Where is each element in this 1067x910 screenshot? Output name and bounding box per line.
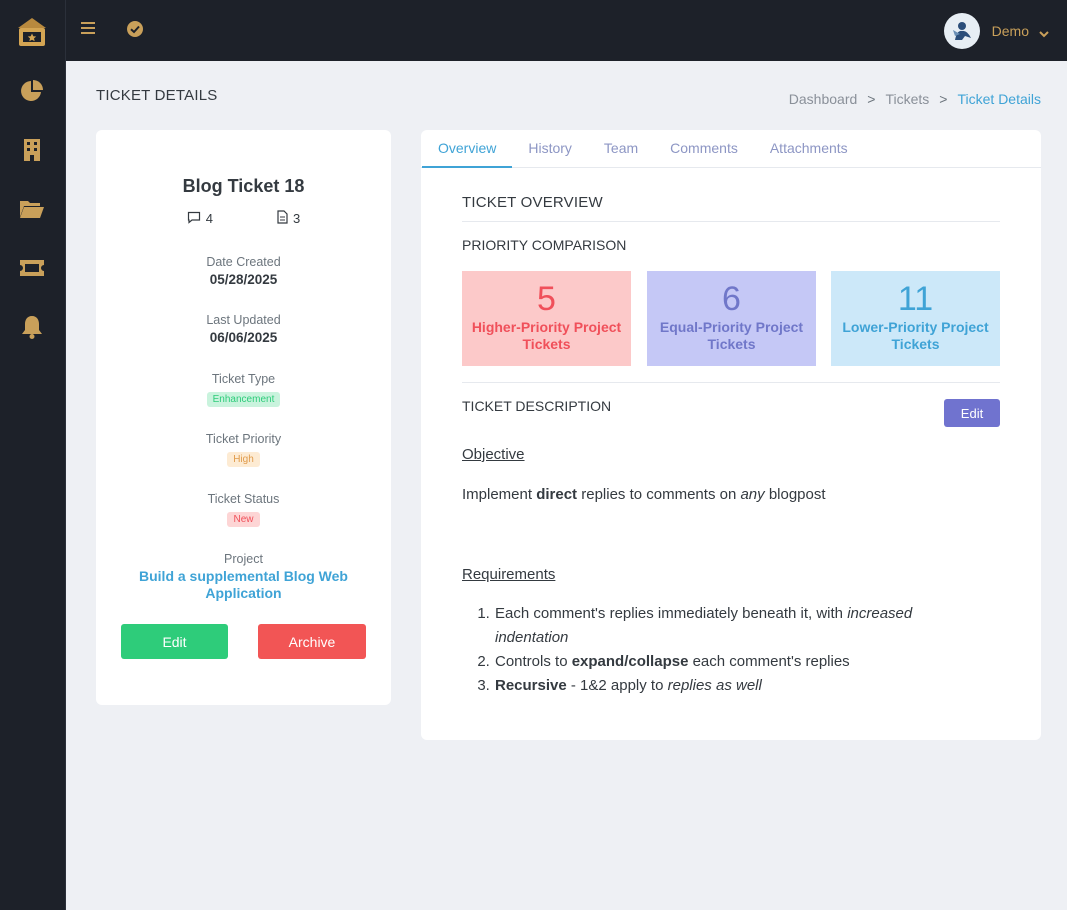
project-link[interactable]: Build a supplemental Blog Web Applicatio…	[126, 568, 361, 602]
user-menu[interactable]: Demo	[943, 12, 1049, 49]
req-text: Each comment's replies immediately benea…	[495, 605, 848, 622]
date-created-value: 05/28/2025	[209, 272, 278, 287]
requirements-list: Each comment's replies immediately benea…	[494, 602, 974, 698]
ticket-priority-badge: High	[227, 452, 260, 467]
objective-heading: Objective	[462, 446, 1001, 463]
comment-count-value: 4	[205, 211, 213, 226]
comment-icon	[187, 211, 201, 227]
objective-text-part: replies to comments on	[577, 486, 741, 503]
objective-text-bold: direct	[536, 486, 578, 503]
tab-overview[interactable]: Overview	[422, 130, 513, 168]
req-text: Controls to	[495, 653, 572, 670]
breadcrumb-current: Ticket Details	[957, 91, 1041, 107]
ticket-status-label: Ticket Status	[207, 492, 280, 506]
list-item: Controls to expand/collapse each comment…	[494, 650, 974, 674]
comment-count: 4	[187, 210, 213, 227]
date-created-label: Date Created	[206, 255, 281, 269]
higher-priority-label: Higher-Priority Project Tickets	[471, 319, 622, 352]
tab-comments[interactable]: Comments	[654, 130, 754, 168]
avatar	[943, 12, 980, 49]
lower-priority-label: Lower-Priority Project Tickets	[842, 319, 989, 352]
breadcrumb-tickets[interactable]: Tickets	[885, 91, 929, 107]
tab-history[interactable]: History	[512, 130, 588, 168]
folder-open-icon[interactable]	[19, 196, 45, 222]
req-text-bold: Recursive	[495, 677, 567, 694]
requirements-heading: Requirements	[462, 566, 1001, 583]
divider	[462, 221, 1000, 222]
sidebar	[0, 0, 66, 910]
chevron-down-icon	[1039, 26, 1049, 37]
higher-priority-tile: 5 Higher-Priority Project Tickets	[462, 271, 631, 366]
edit-ticket-button[interactable]: Edit	[121, 624, 228, 659]
ticket-type-badge: Enhancement	[206, 392, 281, 407]
ticket-logo-icon[interactable]	[14, 14, 50, 50]
ticket-status-badge: New	[227, 512, 260, 527]
breadcrumb-separator: >	[939, 91, 948, 107]
user-name: Demo	[991, 22, 1029, 39]
topbar: Demo	[66, 0, 1067, 61]
breadcrumb: Dashboard > Tickets > Ticket Details	[789, 91, 1041, 107]
project-label: Project	[224, 552, 263, 566]
building-icon[interactable]	[19, 137, 45, 163]
tab-team[interactable]: Team	[588, 130, 654, 168]
breadcrumb-dashboard[interactable]: Dashboard	[789, 91, 858, 107]
requirements-heading-text: Requirements	[462, 566, 556, 583]
ticket-type-label: Ticket Type	[211, 372, 276, 386]
pie-chart-icon[interactable]	[19, 78, 45, 104]
lower-priority-tile: 11 Lower-Priority Project Tickets	[831, 271, 1000, 366]
breadcrumb-separator: >	[867, 91, 876, 107]
ticket-detail-panel: Overview History Team Comments Attachmen…	[421, 130, 1041, 740]
list-item: Recursive - 1&2 apply to replies as well	[494, 674, 974, 698]
description-title: TICKET DESCRIPTION	[462, 398, 612, 414]
ticket-counts: 4 3	[96, 210, 391, 227]
objective-heading-text: Objective	[462, 446, 525, 463]
req-text-italic: replies as well	[667, 677, 762, 694]
overview-title: TICKET OVERVIEW	[462, 194, 603, 211]
objective-text-part: Implement	[462, 486, 537, 503]
last-updated-label: Last Updated	[206, 313, 281, 327]
divider	[462, 382, 1000, 383]
tab-bar: Overview History Team Comments Attachmen…	[421, 130, 1041, 168]
ticket-priority-label: Ticket Priority	[205, 432, 282, 446]
req-text: - 1&2 apply to	[566, 677, 668, 694]
tab-attachments[interactable]: Attachments	[754, 130, 864, 168]
edit-description-button[interactable]: Edit	[944, 399, 1000, 427]
equal-priority-label: Equal-Priority Project Tickets	[659, 319, 804, 352]
priority-comparison-title: PRIORITY COMPARISON	[462, 237, 627, 253]
req-text-bold: expand/collapse	[571, 653, 689, 670]
equal-priority-count: 6	[722, 280, 741, 318]
objective-text-part: blogpost	[764, 486, 826, 503]
last-updated-value: 06/06/2025	[209, 330, 278, 345]
ticket-summary-card: Blog Ticket 18 4 3 Date Created 05/28/20…	[96, 130, 391, 705]
ticket-icon[interactable]	[19, 255, 45, 281]
file-icon	[277, 210, 288, 227]
hamburger-icon[interactable]	[80, 20, 96, 36]
ticket-name: Blog Ticket 18	[182, 176, 305, 196]
higher-priority-count: 5	[537, 280, 556, 318]
objective-text-italic: any	[740, 486, 765, 503]
page-title: TICKET DETAILS	[96, 87, 218, 104]
lower-priority-count: 11	[897, 280, 934, 318]
attachment-count: 3	[277, 210, 300, 227]
archive-ticket-button[interactable]: Archive	[258, 624, 366, 659]
list-item: Each comment's replies immediately benea…	[494, 602, 974, 650]
attachment-count-value: 3	[293, 211, 301, 226]
equal-priority-tile: 6 Equal-Priority Project Tickets	[647, 271, 816, 366]
bell-icon[interactable]	[19, 314, 45, 340]
check-circle-icon[interactable]	[126, 20, 144, 38]
objective-text: Implement direct replies to comments on …	[462, 486, 1001, 503]
req-text: each comment's replies	[688, 653, 850, 670]
